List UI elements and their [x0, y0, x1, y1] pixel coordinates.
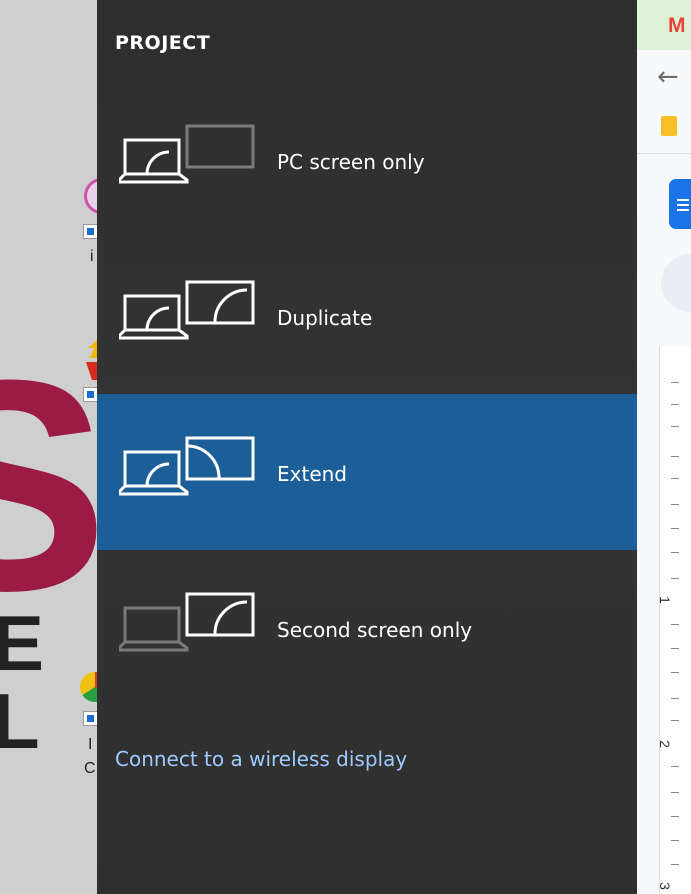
wallpaper-letters: SC [0, 335, 97, 635]
desktop-icon-label: I [88, 736, 93, 753]
menu-button[interactable] [669, 179, 691, 229]
option-label: Duplicate [277, 306, 373, 330]
desktop-icon-label: i [90, 248, 94, 265]
panel-title: PROJECT [115, 32, 211, 54]
option-duplicate[interactable]: Duplicate [97, 240, 637, 396]
option-label: Second screen only [277, 618, 473, 642]
ruler-number: 1 [656, 596, 673, 604]
toolbar-divider [637, 153, 691, 154]
browser-window: M ← 1 2 3 [637, 0, 691, 894]
desktop-background: SC E L i I C [0, 0, 97, 894]
dim-laptop-with-monitor-icon [119, 592, 255, 652]
browser-tab-bar: M [637, 0, 691, 50]
option-second-screen-only[interactable]: Second screen only [97, 550, 637, 706]
laptop-with-monitor-icon [119, 280, 255, 340]
laptop-with-dim-monitor-icon [119, 124, 255, 184]
desktop-app-icon[interactable] [82, 340, 97, 380]
desktop-app-icon[interactable] [84, 178, 97, 214]
gmail-icon[interactable]: M [668, 14, 686, 38]
laptop-with-monitor-icon [119, 436, 255, 496]
ruler-number: 2 [656, 740, 673, 748]
shortcut-arrow-icon [83, 224, 97, 239]
desktop-icon-label: C [84, 760, 96, 777]
sheets-file-icon [661, 116, 677, 136]
option-label: PC screen only [277, 150, 425, 174]
project-panel: PROJECT PC screen only Duplicate Extend … [97, 0, 637, 894]
connect-wireless-display-link[interactable]: Connect to a wireless display [115, 747, 407, 771]
ruler-number: 3 [656, 882, 673, 890]
back-arrow-icon[interactable]: ← [657, 62, 679, 92]
option-pc-screen-only[interactable]: PC screen only [97, 84, 637, 240]
shortcut-arrow-icon [83, 711, 97, 726]
vertical-ruler: 1 2 3 [656, 346, 691, 894]
option-extend[interactable]: Extend [97, 394, 637, 550]
round-button[interactable] [661, 254, 691, 312]
shortcut-arrow-icon [83, 387, 97, 402]
option-label: Extend [277, 462, 347, 486]
